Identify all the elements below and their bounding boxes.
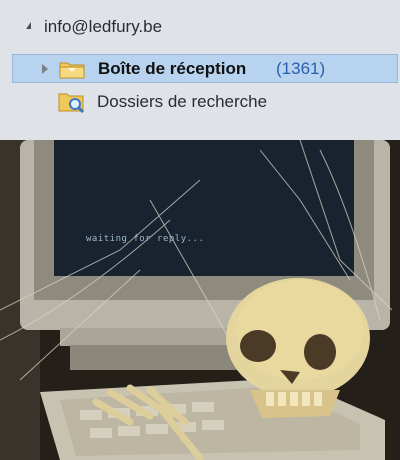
folder-pane: info@ledfury.be Boîte de réception (1361… [0, 0, 400, 140]
search-folders-label: Dossiers de recherche [97, 92, 268, 111]
collapse-arrow-icon[interactable] [26, 22, 31, 29]
screen-status-text: waiting for reply... [86, 234, 205, 244]
inbox-unread-count: (1361) [276, 59, 326, 78]
search-folder-icon [58, 93, 85, 113]
account-label: info@ledfury.be [44, 17, 163, 36]
skeleton-computer-illustration [0, 140, 400, 460]
expand-arrow-icon[interactable] [42, 64, 48, 74]
inbox-folder-row[interactable]: Boîte de réception (1361) [12, 54, 398, 83]
account-row[interactable]: info@ledfury.be [0, 14, 400, 40]
wallpaper-illustration: waiting for reply... [0, 140, 400, 460]
inbox-label: Boîte de réception [98, 59, 247, 78]
inbox-folder-icon [59, 62, 85, 79]
search-folders-row[interactable]: Dossiers de recherche [12, 88, 398, 116]
